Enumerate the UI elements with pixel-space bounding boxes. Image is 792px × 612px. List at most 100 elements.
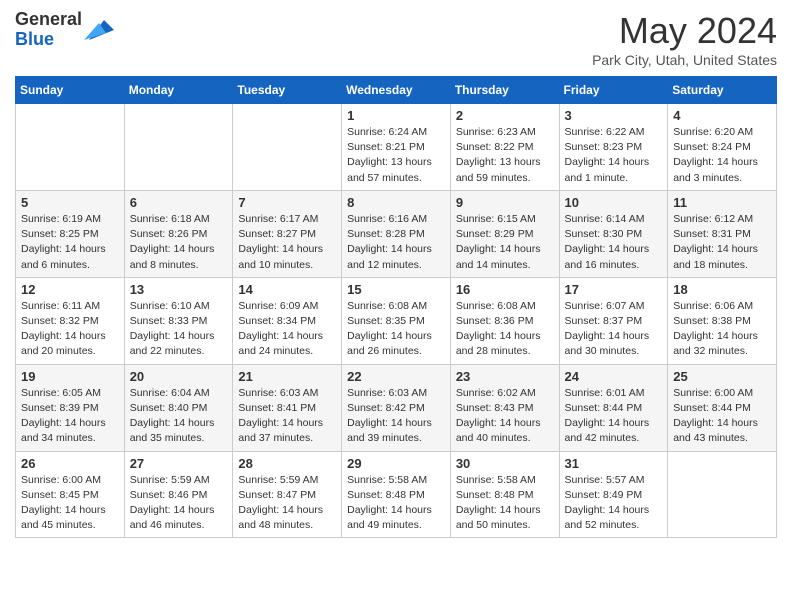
logo: General Blue: [15, 10, 114, 50]
logo-blue-text: Blue: [15, 30, 82, 50]
calendar-cell: 5 Sunrise: 6:19 AMSunset: 8:25 PMDaylight…: [16, 190, 125, 277]
day-info: Sunrise: 6:24 AMSunset: 8:21 PMDaylight:…: [347, 125, 445, 186]
day-info: Sunrise: 6:00 AMSunset: 8:44 PMDaylight:…: [673, 386, 771, 447]
day-info: Sunrise: 6:03 AMSunset: 8:42 PMDaylight:…: [347, 386, 445, 447]
day-number: 21: [238, 369, 336, 384]
day-number: 11: [673, 195, 771, 210]
day-number: 13: [130, 282, 228, 297]
day-info: Sunrise: 6:14 AMSunset: 8:30 PMDaylight:…: [565, 212, 663, 273]
calendar-cell: 20 Sunrise: 6:04 AMSunset: 8:40 PMDayligh…: [124, 364, 233, 451]
day-info: Sunrise: 6:23 AMSunset: 8:22 PMDaylight:…: [456, 125, 554, 186]
calendar-cell: 29 Sunrise: 5:58 AMSunset: 8:48 PMDayligh…: [342, 451, 451, 538]
day-number: 1: [347, 108, 445, 123]
calendar-cell: 2 Sunrise: 6:23 AMSunset: 8:22 PMDaylight…: [450, 104, 559, 191]
weekday-header-monday: Monday: [124, 77, 233, 104]
calendar-cell: 1 Sunrise: 6:24 AMSunset: 8:21 PMDaylight…: [342, 104, 451, 191]
calendar-cell: 18 Sunrise: 6:06 AMSunset: 8:38 PMDayligh…: [668, 277, 777, 364]
calendar-cell: 26Sunrise: 6:00 AMSunset: 8:45 PMDayligh…: [16, 451, 125, 538]
day-number: 6: [130, 195, 228, 210]
day-number: 28: [238, 456, 336, 471]
weekday-header-thursday: Thursday: [450, 77, 559, 104]
location: Park City, Utah, United States: [592, 52, 777, 68]
logo-general-text: General: [15, 10, 82, 30]
day-info: Sunrise: 6:12 AMSunset: 8:31 PMDaylight:…: [673, 212, 771, 273]
day-number: 12: [21, 282, 119, 297]
calendar-header: SundayMondayTuesdayWednesdayThursdayFrid…: [16, 77, 777, 104]
day-info: Sunrise: 6:07 AMSunset: 8:37 PMDaylight:…: [565, 299, 663, 360]
day-info: Sunrise: 6:19 AMSunset: 8:25 PMDaylight:…: [21, 212, 119, 273]
day-info: Sunrise: 6:08 AMSunset: 8:35 PMDaylight:…: [347, 299, 445, 360]
calendar-cell: 16Sunrise: 6:08 AMSunset: 8:36 PMDayligh…: [450, 277, 559, 364]
calendar-week-2: 5 Sunrise: 6:19 AMSunset: 8:25 PMDaylight…: [16, 190, 777, 277]
day-number: 16: [456, 282, 554, 297]
calendar-cell: 4 Sunrise: 6:20 AMSunset: 8:24 PMDaylight…: [668, 104, 777, 191]
calendar-table: SundayMondayTuesdayWednesdayThursdayFrid…: [15, 76, 777, 538]
day-number: 18: [673, 282, 771, 297]
calendar-cell: 24 Sunrise: 6:01 AMSunset: 8:44 PMDayligh…: [559, 364, 668, 451]
day-number: 31: [565, 456, 663, 471]
weekday-header-saturday: Saturday: [668, 77, 777, 104]
day-number: 5: [21, 195, 119, 210]
day-info: Sunrise: 6:20 AMSunset: 8:24 PMDaylight:…: [673, 125, 771, 186]
calendar-cell: 25 Sunrise: 6:00 AMSunset: 8:44 PMDayligh…: [668, 364, 777, 451]
day-info: Sunrise: 6:03 AMSunset: 8:41 PMDaylight:…: [238, 386, 336, 447]
day-info: Sunrise: 6:22 AMSunset: 8:23 PMDaylight:…: [565, 125, 663, 186]
calendar-cell: 3 Sunrise: 6:22 AMSunset: 8:23 PMDaylight…: [559, 104, 668, 191]
calendar-cell: 13 Sunrise: 6:10 AMSunset: 8:33 PMDayligh…: [124, 277, 233, 364]
calendar-cell: 12 Sunrise: 6:11 AMSunset: 8:32 PMDayligh…: [16, 277, 125, 364]
calendar-cell: 14 Sunrise: 6:09 AMSunset: 8:34 PMDayligh…: [233, 277, 342, 364]
calendar-week-5: 26Sunrise: 6:00 AMSunset: 8:45 PMDayligh…: [16, 451, 777, 538]
calendar-cell: 9 Sunrise: 6:15 AMSunset: 8:29 PMDaylight…: [450, 190, 559, 277]
calendar-cell: [233, 104, 342, 191]
day-info: Sunrise: 5:58 AMSunset: 8:48 PMDaylight:…: [347, 473, 445, 534]
day-number: 2: [456, 108, 554, 123]
day-number: 4: [673, 108, 771, 123]
weekday-header-friday: Friday: [559, 77, 668, 104]
calendar-cell: 27 Sunrise: 5:59 AMSunset: 8:46 PMDayligh…: [124, 451, 233, 538]
day-number: 9: [456, 195, 554, 210]
day-info: Sunrise: 6:18 AMSunset: 8:26 PMDaylight:…: [130, 212, 228, 273]
day-number: 30: [456, 456, 554, 471]
calendar-cell: 21 Sunrise: 6:03 AMSunset: 8:41 PMDayligh…: [233, 364, 342, 451]
calendar-cell: 23 Sunrise: 6:02 AMSunset: 8:43 PMDayligh…: [450, 364, 559, 451]
day-number: 14: [238, 282, 336, 297]
calendar-cell: 11 Sunrise: 6:12 AMSunset: 8:31 PMDayligh…: [668, 190, 777, 277]
day-number: 23: [456, 369, 554, 384]
day-info: Sunrise: 6:10 AMSunset: 8:33 PMDaylight:…: [130, 299, 228, 360]
calendar-week-1: 1 Sunrise: 6:24 AMSunset: 8:21 PMDaylight…: [16, 104, 777, 191]
day-info: Sunrise: 6:06 AMSunset: 8:38 PMDaylight:…: [673, 299, 771, 360]
day-number: 25: [673, 369, 771, 384]
calendar-cell: 19Sunrise: 6:05 AMSunset: 8:39 PMDayligh…: [16, 364, 125, 451]
day-number: 7: [238, 195, 336, 210]
day-number: 19: [21, 369, 119, 384]
day-number: 29: [347, 456, 445, 471]
calendar-week-4: 19Sunrise: 6:05 AMSunset: 8:39 PMDayligh…: [16, 364, 777, 451]
day-number: 26: [21, 456, 119, 471]
day-info: Sunrise: 6:02 AMSunset: 8:43 PMDaylight:…: [456, 386, 554, 447]
day-number: 15: [347, 282, 445, 297]
day-info: Sunrise: 6:15 AMSunset: 8:29 PMDaylight:…: [456, 212, 554, 273]
day-number: 27: [130, 456, 228, 471]
day-info: Sunrise: 5:59 AMSunset: 8:47 PMDaylight:…: [238, 473, 336, 534]
day-info: Sunrise: 6:16 AMSunset: 8:28 PMDaylight:…: [347, 212, 445, 273]
calendar-cell: 28 Sunrise: 5:59 AMSunset: 8:47 PMDayligh…: [233, 451, 342, 538]
day-info: Sunrise: 5:59 AMSunset: 8:46 PMDaylight:…: [130, 473, 228, 534]
day-info: Sunrise: 5:58 AMSunset: 8:48 PMDaylight:…: [456, 473, 554, 534]
calendar-cell: 7Sunrise: 6:17 AMSunset: 8:27 PMDaylight…: [233, 190, 342, 277]
calendar-cell: 6 Sunrise: 6:18 AMSunset: 8:26 PMDaylight…: [124, 190, 233, 277]
day-info: Sunrise: 6:09 AMSunset: 8:34 PMDaylight:…: [238, 299, 336, 360]
day-number: 24: [565, 369, 663, 384]
day-info: Sunrise: 6:04 AMSunset: 8:40 PMDaylight:…: [130, 386, 228, 447]
day-number: 8: [347, 195, 445, 210]
title-block: May 2024 Park City, Utah, United States: [592, 10, 777, 68]
page-header: General Blue May 2024 Park City, Utah, U…: [15, 10, 777, 68]
calendar-cell: 30 Sunrise: 5:58 AMSunset: 8:48 PMDayligh…: [450, 451, 559, 538]
day-number: 3: [565, 108, 663, 123]
weekday-header-tuesday: Tuesday: [233, 77, 342, 104]
day-number: 17: [565, 282, 663, 297]
day-number: 20: [130, 369, 228, 384]
day-info: Sunrise: 6:01 AMSunset: 8:44 PMDaylight:…: [565, 386, 663, 447]
calendar-cell: 8 Sunrise: 6:16 AMSunset: 8:28 PMDaylight…: [342, 190, 451, 277]
day-info: Sunrise: 6:11 AMSunset: 8:32 PMDaylight:…: [21, 299, 119, 360]
calendar-cell: 17 Sunrise: 6:07 AMSunset: 8:37 PMDayligh…: [559, 277, 668, 364]
